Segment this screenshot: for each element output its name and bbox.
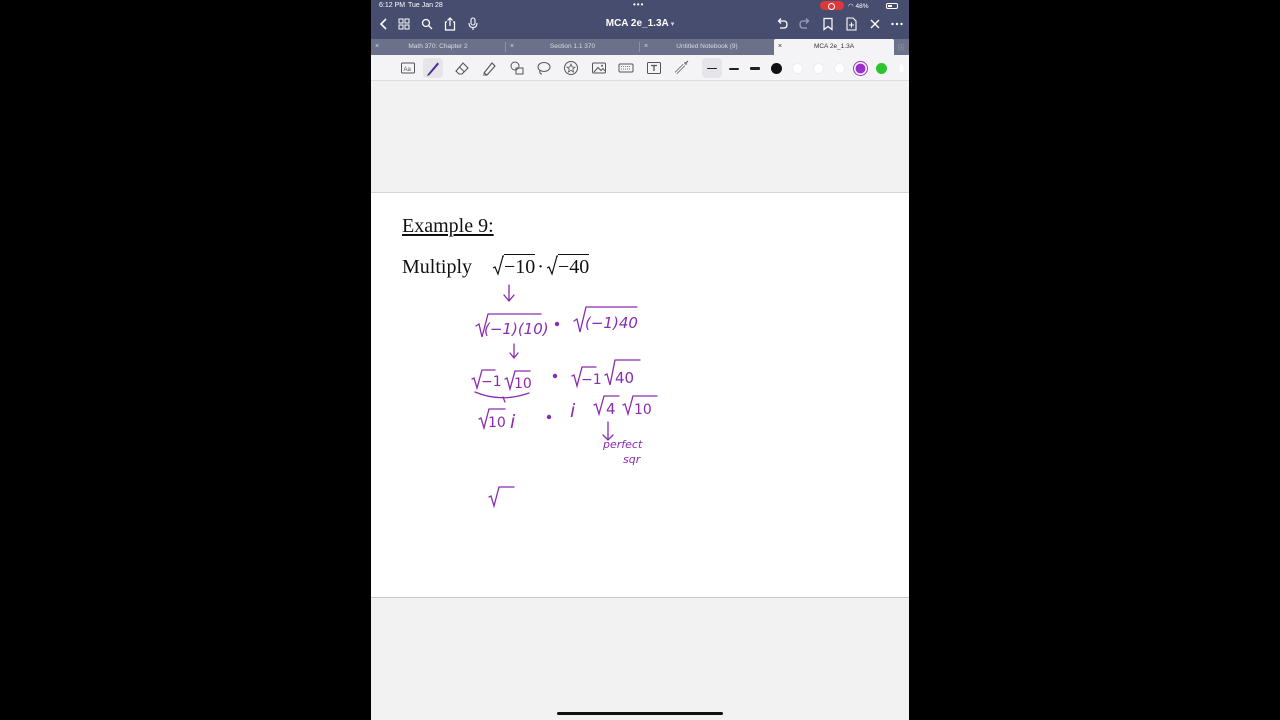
text-recognition-icon[interactable]: Aa (400, 60, 416, 76)
tab-label: Untitled Notebook (9) (676, 43, 738, 50)
drawing-toolbar: Aa (371, 55, 909, 81)
handwritten-dot (552, 373, 558, 379)
handwriting-step2-neg1: −1 (481, 374, 502, 390)
multitasking-dots-icon[interactable]: ••• (633, 0, 644, 9)
tab-label: MCA 2e_1.3A (813, 43, 855, 50)
svg-text:Aa: Aa (404, 67, 412, 73)
home-indicator[interactable] (557, 712, 723, 715)
handwriting-step1-left: (−1)(10) (484, 320, 549, 338)
handwritten-dot (546, 414, 552, 420)
handwritten-work: (−1)(10) (−1)40 −1 10 −1 40 10 i i 4 10 … (471, 284, 658, 509)
undo-icon[interactable] (775, 17, 789, 35)
document-title-text: MCA 2e_1.3A (605, 18, 669, 29)
status-bar: 6:12 PM Tue Jan 28 ••• ◠ 48% (371, 0, 909, 12)
color-swatch-green[interactable] (876, 63, 887, 74)
bookmark-icon[interactable] (822, 17, 834, 35)
handwritten-radical-partial (488, 486, 515, 509)
eraser-icon[interactable] (454, 60, 470, 76)
color-swatch-more[interactable] (898, 63, 904, 74)
color-swatch-white-2[interactable] (813, 63, 824, 74)
handwritten-arrow (503, 284, 515, 303)
status-indicators: ◠ 48% (848, 2, 869, 10)
handwriting-note-sqr: sqr (623, 453, 642, 466)
tab-section-1-1-370[interactable]: × Section 1.1 370 (506, 39, 639, 55)
close-icon[interactable] (869, 17, 881, 35)
more-icon[interactable] (890, 17, 904, 35)
color-swatch-white-3[interactable] (834, 63, 845, 74)
tab-math-370-chapter-2[interactable]: × Math 370: Chapter 2 (371, 39, 505, 55)
status-date: Tue Jan 28 (408, 2, 443, 9)
battery-icon (886, 3, 898, 9)
laser-pointer-icon[interactable] (673, 60, 689, 76)
keyboard-icon[interactable] (618, 60, 634, 76)
status-time: 6:12 PM (379, 2, 406, 9)
handwriting-step3-10b: 10 (634, 402, 652, 418)
handwritten-brace (474, 391, 530, 399)
handwriting-step2-neg1b: −1 (581, 372, 602, 388)
new-tab-icon[interactable]: ⊞ (897, 39, 905, 55)
color-swatch-white-1[interactable] (792, 63, 803, 74)
stroke-medium-option[interactable] (729, 68, 739, 70)
chevron-down-icon: ▾ (670, 21, 675, 28)
color-swatch-black[interactable] (771, 63, 782, 74)
tab-bar: × Math 370: Chapter 2 × Section 1.1 370 … (371, 39, 909, 55)
pen-icon[interactable] (425, 60, 441, 76)
handwriting-step1-right: (−1)40 (585, 314, 638, 332)
textbox-icon[interactable] (646, 60, 662, 76)
handwriting-step3-4: 4 (606, 400, 616, 418)
handwriting-note-perfect: perfect (602, 438, 643, 451)
handwritten-dot (554, 321, 560, 327)
notebook-page[interactable]: Example 9: Multiply −10 · −40 (−1)(10) (… (371, 192, 909, 598)
handwriting-step2-10: 10 (514, 376, 532, 392)
highlighter-icon[interactable] (481, 60, 497, 76)
handwritten-arrow (509, 343, 519, 360)
color-swatch-purple-selected[interactable] (854, 62, 867, 75)
sticker-icon[interactable] (563, 60, 579, 76)
shapes-icon[interactable] (509, 60, 525, 76)
nav-bar: MCA 2e_1.3A ▾ (371, 12, 909, 39)
handwriting-step2-40: 40 (615, 369, 634, 387)
tab-mca-2e-1-3a[interactable]: × MCA 2e_1.3A (774, 39, 894, 55)
stroke-thin-option[interactable] (707, 68, 717, 69)
ipad-screen: 6:12 PM Tue Jan 28 ••• ◠ 48% MCA 2e_1.3A… (371, 0, 909, 720)
handwriting-step3-i2: i (570, 400, 576, 422)
tab-label: Math 370: Chapter 2 (408, 43, 468, 50)
redo-icon[interactable] (798, 17, 812, 35)
lasso-icon[interactable] (536, 60, 552, 76)
status-battery-percent: 48% (855, 3, 869, 10)
tab-label: Section 1.1 370 (549, 43, 596, 50)
stroke-thick-option[interactable] (750, 67, 760, 70)
image-icon[interactable] (591, 60, 607, 76)
tab-untitled-notebook-9[interactable]: × Untitled Notebook (9) (640, 39, 774, 55)
add-page-icon[interactable] (845, 17, 857, 35)
wifi-icon: ◠ (848, 3, 854, 10)
screen-recording-icon[interactable] (820, 1, 844, 10)
handwriting-step3-i: i (510, 411, 516, 433)
handwriting-step3-10: 10 (488, 415, 506, 431)
